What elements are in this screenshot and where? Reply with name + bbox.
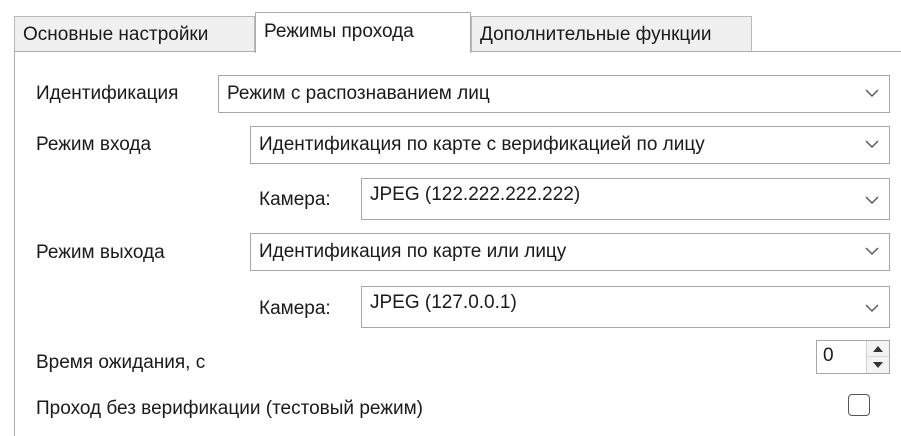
stepper-up-button[interactable] (867, 341, 889, 357)
chevron-down-icon (865, 304, 879, 312)
tab-basic-settings[interactable]: Основные настройки (14, 16, 255, 52)
identification-select[interactable]: Режим с распознаванием лиц (218, 75, 890, 113)
exit-camera-select[interactable]: JPEG (127.0.0.1) (361, 286, 890, 328)
wait-time-value: 0 (823, 345, 834, 366)
arrow-down-icon (873, 362, 883, 368)
exit-mode-select[interactable]: Идентификация по карте или лицу (250, 233, 890, 271)
stepper-down-button[interactable] (867, 357, 889, 373)
arrow-up-icon (873, 346, 883, 352)
exit-mode-label: Режим выхода (36, 242, 165, 263)
stepper-buttons (866, 341, 889, 373)
chevron-down-icon (865, 196, 879, 204)
entry-mode-select[interactable]: Идентификация по карте с верификацией по… (250, 126, 890, 164)
tab-strip: Основные настройки Режимы прохода Дополн… (14, 12, 901, 53)
entry-mode-label: Режим входа (36, 134, 152, 155)
chevron-down-icon (865, 89, 879, 97)
exit-mode-value: Идентификация по карте или лицу (259, 241, 567, 262)
exit-camera-value: JPEG (127.0.0.1) (370, 292, 517, 313)
identification-value: Режим с распознаванием лиц (227, 83, 490, 104)
wait-time-label: Время ожидания, с (36, 352, 206, 373)
entry-mode-value: Идентификация по карте с верификацией по… (259, 134, 705, 155)
wait-time-stepper[interactable]: 0 (816, 340, 890, 374)
tab-additional-functions[interactable]: Дополнительные функции (471, 16, 752, 52)
chevron-down-icon (865, 247, 879, 255)
identification-label: Идентификация (36, 83, 179, 104)
no-verification-checkbox[interactable] (848, 394, 870, 416)
entry-camera-label: Камера: (259, 189, 331, 210)
entry-camera-select[interactable]: JPEG (122.222.222.222) (361, 178, 890, 220)
exit-camera-label: Камера: (259, 298, 331, 319)
entry-camera-value: JPEG (122.222.222.222) (370, 184, 581, 205)
no-verification-label: Проход без верификации (тестовый режим) (36, 398, 423, 419)
tab-passage-modes[interactable]: Режимы прохода (255, 12, 471, 53)
chevron-down-icon (865, 140, 879, 148)
